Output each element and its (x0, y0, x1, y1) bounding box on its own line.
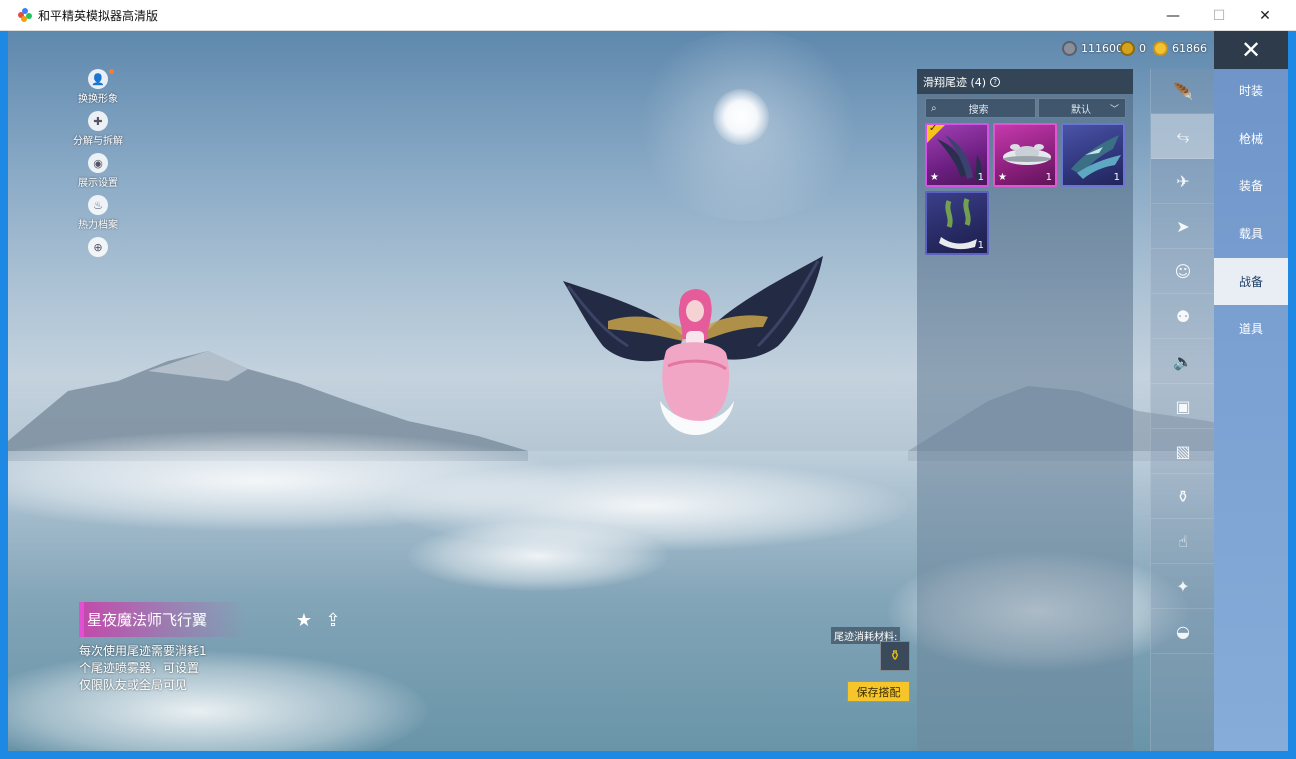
item-slot[interactable]: ★ 1 (993, 123, 1057, 187)
minimize-button[interactable]: — (1150, 0, 1196, 31)
check-icon: ✓ (929, 123, 938, 134)
panel-title: 滑翔尾迹 (4) (923, 75, 987, 89)
star-icon: ★ (930, 172, 939, 183)
title-bar: 和平精英模拟器高清版 — ☐ ✕ (0, 0, 1296, 31)
change-appearance-button[interactable]: 👤 换换形象 (74, 69, 122, 105)
currency-gold: 61866 (1153, 41, 1207, 56)
cloud (408, 521, 668, 591)
item-quantity: 1 (977, 240, 984, 251)
add-button[interactable]: ⊕ (74, 237, 122, 257)
app-logo-icon (18, 8, 32, 22)
eye-icon: ◉ (88, 153, 108, 173)
character-with-wings (563, 256, 823, 435)
drone-icon[interactable]: ✈ (1151, 159, 1215, 204)
favorite-star-icon[interactable]: ★ (293, 609, 315, 631)
desc-line: 仅限队友或全局可见 (79, 678, 188, 692)
sun (713, 89, 769, 145)
robot-icon[interactable]: ⚉ (1151, 294, 1215, 339)
silver-coin-icon (1062, 41, 1077, 56)
currency-medal: 0 (1120, 41, 1146, 56)
wing-icon[interactable]: 🪶 (1151, 69, 1215, 114)
desc-line: 个尾迹喷雾器，可设置 (79, 661, 200, 675)
photo-icon[interactable]: ▧ (1151, 429, 1215, 474)
chevron-down-icon: ﹀ (1109, 104, 1119, 115)
star-icon: ★ (998, 172, 1007, 183)
game-viewport: 👤 换换形象 ✚ 分解与拆解 ◉ 展示设置 ♨ 热力档案 ⊕ 111600 0 (8, 31, 1288, 751)
category-icon-column: 🪶 ⥃ ✈ ➤ ☺ ⚉ 🔊 ▣ ▧ ⚱ ☝ ✦ ◒ (1150, 69, 1215, 751)
decompose-button[interactable]: ✚ 分解与拆解 (73, 111, 123, 147)
currency-value: 111600 (1081, 42, 1123, 55)
glide-trail-icon[interactable]: ⥃ (1151, 114, 1215, 159)
tab-items[interactable]: 道具 (1214, 305, 1288, 352)
spray-can-icon[interactable]: ⚱ (880, 641, 910, 671)
close-icon[interactable]: ✕ (1214, 31, 1288, 69)
heat-archive-button[interactable]: ♨ 热力档案 (74, 195, 122, 231)
save-outfit-button[interactable]: 保存搭配 (847, 681, 910, 702)
wand-icon[interactable]: ✦ (1151, 564, 1215, 609)
currency-value: 0 (1139, 42, 1146, 55)
item-quantity: 1 (977, 172, 984, 183)
currency-value: 61866 (1172, 42, 1207, 55)
panel-header: 滑翔尾迹 (4) ? (917, 69, 1133, 94)
puzzle-icon: ✚ (88, 111, 108, 131)
sort-label: 默认 (1071, 104, 1091, 116)
flame-icon: ♨ (88, 195, 108, 215)
sort-dropdown[interactable]: 默认 ﹀ (1038, 98, 1126, 118)
item-quantity: 1 (1113, 172, 1120, 183)
maximize-button[interactable]: ☐ (1196, 0, 1242, 31)
menu-label: 热力档案 (78, 220, 118, 231)
search-label: 搜索 (968, 104, 989, 116)
item-quantity: 1 (1045, 172, 1052, 183)
desc-line: 每次使用尾迹需要消耗1 (79, 644, 207, 658)
search-icon: ⌕ (931, 102, 937, 114)
gold-medal-icon (1120, 41, 1135, 56)
emulator-window: 和平精英模拟器高清版 — ☐ ✕ 👤 换换形象 ✚ 分解与拆解 ◉ 展示设置 ♨… (0, 0, 1296, 759)
close-window-button[interactable]: ✕ (1242, 0, 1288, 31)
display-settings-button[interactable]: ◉ 展示设置 (74, 153, 122, 189)
selected-item-description: 每次使用尾迹需要消耗1 个尾迹喷雾器，可设置 仅限队友或全局可见 (79, 643, 229, 694)
notification-dot (109, 69, 114, 74)
avatar-icon: 👤 (88, 69, 108, 89)
tab-equipment[interactable]: 装备 (1214, 162, 1288, 209)
category-sidebar: ✕ 时装 枪械 装备 载具 战备 道具 (1214, 31, 1288, 751)
item-slot[interactable]: 1 (1061, 123, 1125, 187)
help-icon[interactable]: ? (990, 76, 1001, 87)
gold-coin-icon (1153, 41, 1168, 56)
tab-weapons[interactable]: 枪械 (1214, 115, 1288, 162)
tab-vehicles[interactable]: 载具 (1214, 210, 1288, 257)
plus-icon: ⊕ (88, 237, 108, 257)
share-icon[interactable]: ⇪ (322, 609, 344, 631)
plane-icon[interactable]: ➤ (1151, 204, 1215, 249)
item-panel: 滑翔尾迹 (4) ? ⌕ 搜索 默认 ﹀ ✓ ★ 1 ★ 1 1 1 (917, 69, 1133, 751)
item-slot[interactable]: ✓ ★ 1 (925, 123, 989, 187)
menu-label: 展示设置 (78, 178, 118, 189)
speaker-icon[interactable]: 🔊 (1151, 339, 1215, 384)
item-slot[interactable]: 1 (925, 191, 989, 255)
window-title: 和平精英模拟器高清版 (38, 8, 159, 23)
selected-item-name: 星夜魔法师飞行翼 (79, 602, 299, 637)
currency-silver: 111600 (1062, 41, 1123, 56)
chat-bubble-icon[interactable]: ▣ (1151, 384, 1215, 429)
menu-label: 换换形象 (78, 94, 118, 105)
search-input[interactable]: ⌕ 搜索 (925, 98, 1036, 118)
emote-icon[interactable]: ☺ (1151, 249, 1215, 294)
tab-fashion[interactable]: 时装 (1214, 67, 1288, 114)
landing-icon[interactable]: ◒ (1151, 609, 1215, 654)
hand-icon[interactable]: ☝ (1151, 519, 1215, 564)
spray-icon[interactable]: ⚱ (1151, 474, 1215, 519)
menu-label: 分解与拆解 (73, 136, 123, 147)
tab-battle-prep[interactable]: 战备 (1214, 258, 1288, 305)
